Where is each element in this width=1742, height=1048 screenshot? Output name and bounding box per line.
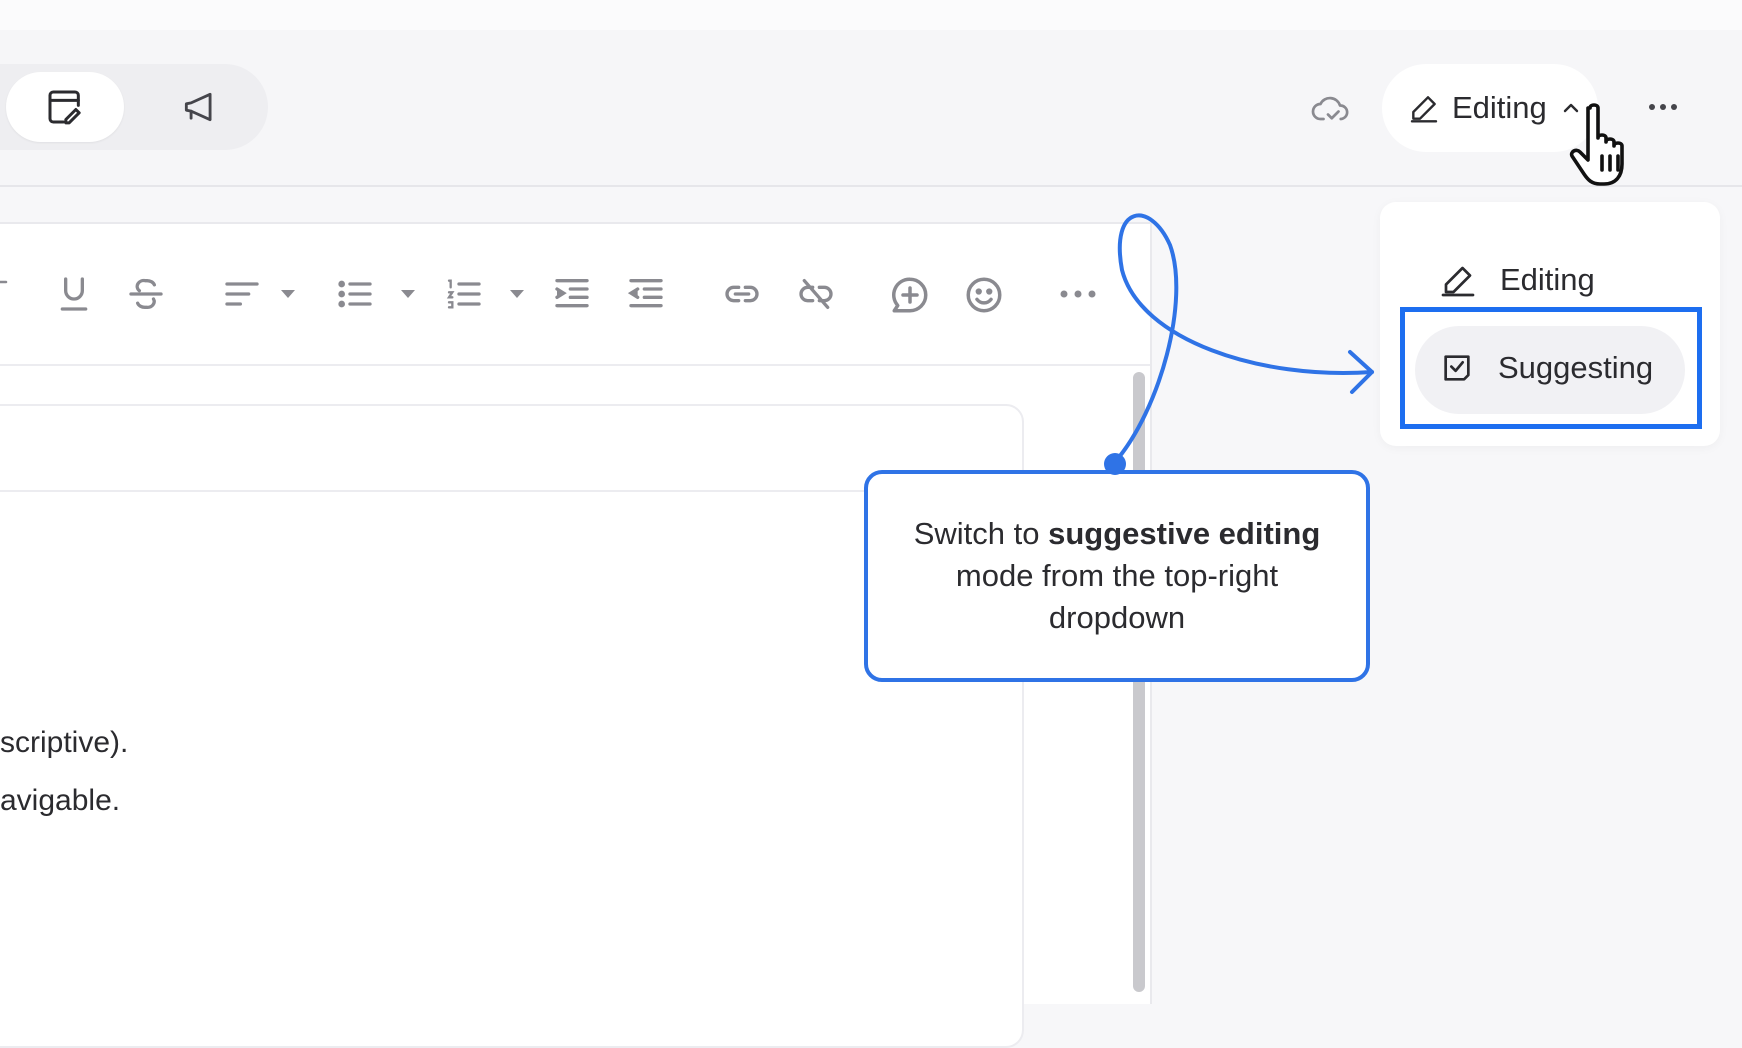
strikethrough-icon[interactable]: [126, 274, 166, 314]
italic-icon-partial[interactable]: [0, 274, 10, 314]
document-text-line: avigable.: [0, 784, 121, 817]
outdent-icon[interactable]: [624, 274, 668, 314]
underline-icon[interactable]: [54, 274, 94, 314]
callout-text-bold: suggestive editing: [1048, 516, 1321, 551]
more-options-icon[interactable]: [1646, 92, 1680, 122]
pencil-icon: [1410, 96, 1438, 123]
link-icon[interactable]: [720, 274, 764, 314]
more-horizontal-icon[interactable]: [1058, 280, 1098, 308]
edit-document-icon: [48, 90, 81, 125]
callout-text-part: mode from the top-right dropdown: [955, 558, 1279, 635]
window-top-strip: [0, 0, 1742, 30]
align-icon[interactable]: [220, 274, 264, 314]
dropdown-item-label: Editing: [1500, 262, 1595, 297]
scrollbar[interactable]: [1133, 372, 1145, 992]
formatting-toolbar: [0, 224, 1150, 366]
suggesting-highlight-box: [1400, 307, 1702, 429]
dropdown-item-editing[interactable]: Editing: [1440, 262, 1595, 298]
numbered-list-icon[interactable]: [442, 274, 486, 314]
hand-cursor-icon: [1568, 100, 1640, 192]
callout-text-part: Switch to: [913, 516, 1049, 551]
publish-view-button[interactable]: [140, 72, 258, 142]
bullet-chevron-icon[interactable]: [398, 274, 418, 314]
emoji-icon[interactable]: [962, 274, 1006, 316]
pencil-icon: [1441, 266, 1475, 297]
view-toggle: [0, 64, 268, 150]
align-chevron-icon[interactable]: [278, 274, 298, 314]
tutorial-callout: Switch to suggestive editing mode from t…: [864, 470, 1370, 682]
bullet-list-icon[interactable]: [334, 274, 376, 314]
document-text-line: scriptive).: [0, 726, 129, 759]
megaphone-icon: [184, 92, 212, 122]
mode-label: Editing: [1452, 90, 1547, 125]
edit-view-button[interactable]: [6, 72, 124, 142]
cloud-check-icon[interactable]: [1310, 92, 1352, 128]
callout-text: Switch to suggestive editing mode from t…: [898, 513, 1336, 639]
unlink-icon[interactable]: [794, 274, 838, 314]
indent-icon[interactable]: [550, 274, 594, 314]
numbered-chevron-icon[interactable]: [507, 274, 527, 314]
mode-dropdown-button[interactable]: Editing: [1382, 64, 1598, 152]
add-comment-icon[interactable]: [888, 274, 932, 316]
